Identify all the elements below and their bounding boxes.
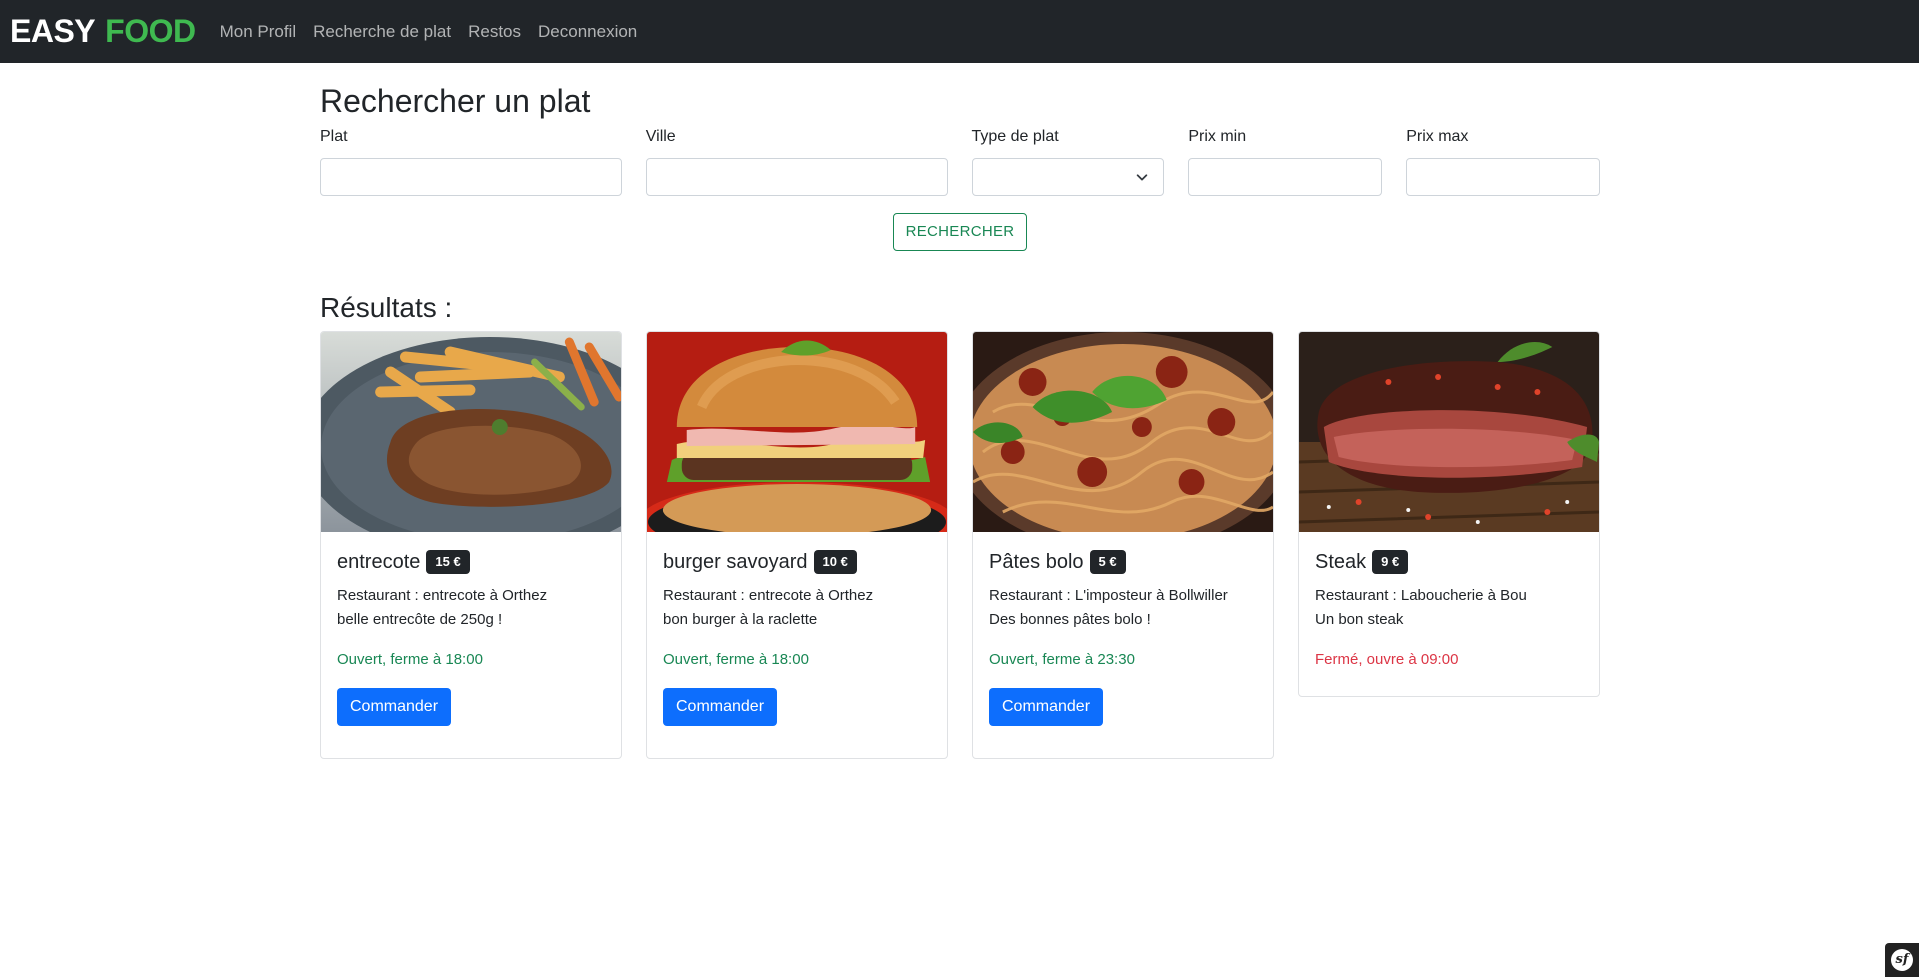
results-cards: entrecote 15 € Restaurant : entrecote à … <box>320 331 1600 759</box>
plat-input[interactable] <box>320 158 622 196</box>
card-body: burger savoyard 10 € Restaurant : entrec… <box>647 532 947 758</box>
price-badge: 15 € <box>426 550 470 574</box>
dish-card: entrecote 15 € Restaurant : entrecote à … <box>320 331 622 759</box>
dish-name: burger savoyard <box>663 550 808 573</box>
dish-title: burger savoyard 10 € <box>663 548 931 576</box>
dish-name: Steak <box>1315 550 1367 573</box>
dish-info: Restaurant : Laboucherie à Bou Un bon st… <box>1315 584 1583 632</box>
symfony-toolbar-toggle[interactable]: sf <box>1885 943 1919 977</box>
price-badge: 9 € <box>1372 550 1409 574</box>
prix-min-input[interactable] <box>1188 158 1383 196</box>
dish-image-steak <box>1299 332 1599 532</box>
dish-info: Restaurant : L'imposteur à Bollwiller De… <box>989 584 1257 632</box>
nav-link-recherche-de-plat[interactable]: Recherche de plat <box>313 22 451 42</box>
ville-input[interactable] <box>645 158 948 196</box>
ville-label: Ville <box>645 128 676 145</box>
opening-status: Fermé, ouvre à 09:00 <box>1315 651 1459 668</box>
prix-max-input[interactable] <box>1406 158 1601 196</box>
search-button-wrap: RECHERCHER <box>320 213 1600 251</box>
dish-description: Des bonnes pâtes bolo ! <box>989 611 1151 628</box>
dish-description: belle entrecôte de 250g ! <box>337 611 503 628</box>
restaurant-text: Restaurant : L'imposteur à Bollwiller <box>989 587 1228 604</box>
price-badge: 5 € <box>1089 550 1126 574</box>
ville-group: Ville <box>645 127 948 196</box>
chevron-down-icon <box>1137 174 1148 181</box>
prix-max-label: Prix max <box>1406 128 1469 145</box>
dish-title: Pâtes bolo 5 € <box>989 548 1257 576</box>
type-group: Type de plat <box>971 127 1165 196</box>
search-form: Plat Ville Type de plat Prix min Prix ma… <box>320 127 1601 196</box>
main-container: Rechercher un plat Plat Ville Type de pl… <box>320 63 1601 759</box>
search-button[interactable]: RECHERCHER <box>892 213 1028 251</box>
opening-status: Ouvert, ferme à 23:30 <box>989 651 1135 668</box>
dish-card: Steak 9 € Restaurant : Laboucherie à Bou… <box>1298 331 1600 697</box>
navbar: EASY FOOD Mon Profil Recherche de plat R… <box>0 0 1919 63</box>
dish-description: Un bon steak <box>1315 611 1404 628</box>
restaurant-text: Restaurant : Laboucherie à Bou <box>1315 587 1527 604</box>
brand-logo[interactable]: EASY FOOD <box>10 13 196 50</box>
commander-button[interactable]: Commander <box>989 688 1104 726</box>
type-label: Type de plat <box>971 128 1059 145</box>
nav-link-restos[interactable]: Restos <box>468 22 521 42</box>
dish-name: entrecote <box>337 550 421 573</box>
commander-button[interactable]: Commander <box>337 688 452 726</box>
card-body: entrecote 15 € Restaurant : entrecote à … <box>321 532 621 758</box>
dish-image-pates-bolo <box>973 332 1273 532</box>
card-body: Steak 9 € Restaurant : Laboucherie à Bou… <box>1299 532 1599 696</box>
restaurant-text: Restaurant : entrecote à Orthez <box>337 587 548 604</box>
dish-card: burger savoyard 10 € Restaurant : entrec… <box>646 331 948 759</box>
nav-link-mon-profil[interactable]: Mon Profil <box>220 22 297 42</box>
dish-title: Steak 9 € <box>1315 548 1583 576</box>
opening-status: Ouvert, ferme à 18:00 <box>337 651 483 668</box>
nav-link-deconnexion[interactable]: Deconnexion <box>538 22 637 42</box>
card-spacer <box>989 726 1257 758</box>
dish-title: entrecote 15 € <box>337 548 605 576</box>
card-spacer <box>663 726 931 758</box>
price-badge: 10 € <box>813 550 857 574</box>
page-title: Rechercher un plat <box>320 83 591 119</box>
card-spacer <box>1315 672 1583 696</box>
restaurant-text: Restaurant : entrecote à Orthez <box>663 587 874 604</box>
symfony-logo-icon: sf <box>1891 949 1913 971</box>
prix-min-label: Prix min <box>1188 128 1247 145</box>
brand-word-food: FOOD <box>105 13 196 49</box>
card-body: Pâtes bolo 5 € Restaurant : L'imposteur … <box>973 532 1273 758</box>
dish-info: Restaurant : entrecote à Orthez bon burg… <box>663 584 931 632</box>
results-title: Résultats : <box>320 292 453 323</box>
prix-min-group: Prix min <box>1188 127 1383 196</box>
plat-group: Plat <box>320 127 622 196</box>
card-spacer <box>337 726 605 758</box>
type-select[interactable] <box>971 158 1165 196</box>
commander-button[interactable]: Commander <box>663 688 778 726</box>
dish-card: Pâtes bolo 5 € Restaurant : L'imposteur … <box>972 331 1274 759</box>
dish-image-entrecote <box>321 332 621 532</box>
plat-label: Plat <box>320 128 348 145</box>
dish-description: bon burger à la raclette <box>663 611 818 628</box>
prix-max-group: Prix max <box>1406 127 1601 196</box>
dish-name: Pâtes bolo <box>989 550 1084 573</box>
brand-word-easy: EASY <box>10 13 96 49</box>
opening-status: Ouvert, ferme à 18:00 <box>663 651 809 668</box>
dish-image-burger-savoyard <box>647 332 947 532</box>
dish-info: Restaurant : entrecote à Orthez belle en… <box>337 584 605 632</box>
